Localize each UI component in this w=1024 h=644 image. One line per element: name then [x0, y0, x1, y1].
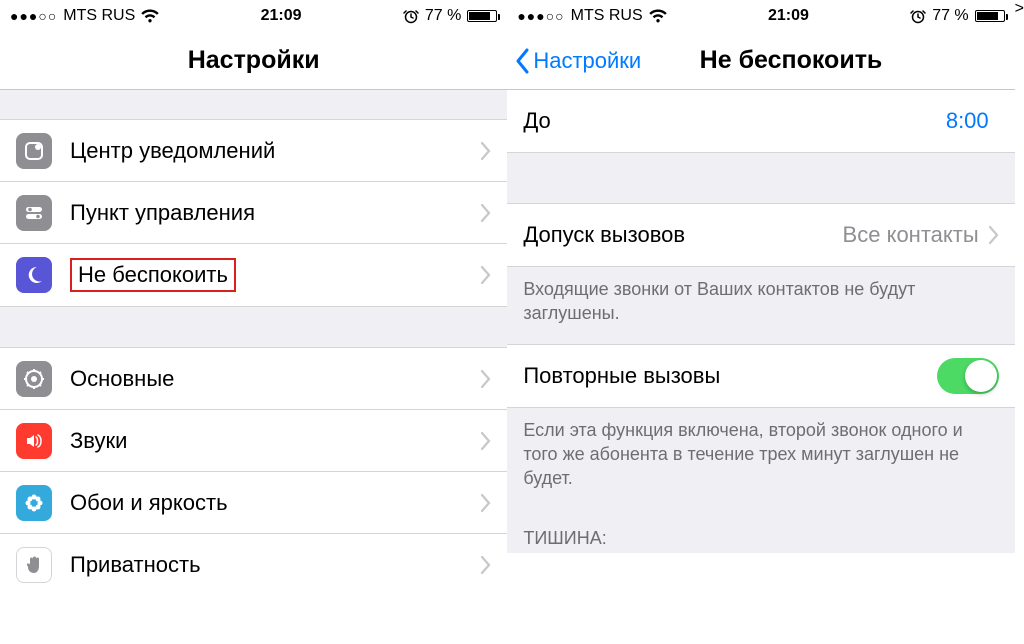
settings-group-2: Основные Звуки Обои и яркость — [0, 348, 507, 596]
chevron-right-icon — [481, 204, 491, 222]
nav-bar: Настройки Не беспокоить — [507, 32, 1014, 90]
chevron-right-icon — [481, 142, 491, 160]
status-bar: ●●●○○ MTS RUS 21:09 77 % — [507, 0, 1014, 32]
chevron-right-icon — [481, 432, 491, 450]
control-label: Пункт управления — [70, 200, 481, 226]
notification-icon — [16, 133, 52, 169]
repeat-calls-row[interactable]: Повторные вызовы — [507, 345, 1014, 407]
allow-group: Допуск вызовов Все контакты — [507, 204, 1014, 266]
settings-group-1: Центр уведомлений Пункт управления Не бе… — [0, 120, 507, 306]
dnd-label: Не беспокоить — [70, 258, 481, 292]
back-label: Настройки — [533, 48, 641, 74]
status-bar: ●●●○○ MTS RUS 21:09 77 % — [0, 0, 507, 32]
chevron-right-icon — [989, 226, 999, 244]
general-label: Основные — [70, 366, 481, 392]
alarm-icon — [403, 8, 419, 24]
silence-header: ТИШИНА: — [507, 508, 1014, 553]
allow-calls-row[interactable]: Допуск вызовов Все контакты — [507, 204, 1014, 266]
chevron-right-icon — [481, 266, 491, 284]
switches-icon — [16, 195, 52, 231]
chevron-right-icon — [481, 370, 491, 388]
repeat-group: Повторные вызовы — [507, 344, 1014, 407]
wallpaper-row[interactable]: Обои и яркость — [0, 472, 507, 534]
signal-dots: ●●●○○ — [10, 8, 57, 24]
control-center-row[interactable]: Пункт управления — [0, 182, 507, 244]
schedule-group: До 8:00 — [507, 90, 1014, 152]
hand-icon — [16, 547, 52, 583]
battery-icon — [975, 10, 1005, 22]
chevron-right-icon — [481, 556, 491, 574]
gear-icon — [16, 361, 52, 397]
page-title: Настройки — [188, 46, 320, 75]
allow-label: Допуск вызовов — [523, 222, 842, 248]
moon-icon — [16, 257, 52, 293]
clock: 21:09 — [261, 7, 302, 25]
general-row[interactable]: Основные — [0, 348, 507, 410]
until-row[interactable]: До 8:00 — [507, 90, 1014, 152]
wifi-icon — [141, 9, 159, 23]
notification-label: Центр уведомлений — [70, 138, 481, 164]
until-label: До — [523, 108, 946, 134]
group-spacer — [0, 90, 507, 120]
repeat-label: Повторные вызовы — [523, 363, 936, 389]
settings-root-screen: ●●●○○ MTS RUS 21:09 77 % Настройки — [0, 0, 507, 644]
carrier-label: MTS RUS — [63, 7, 135, 25]
battery-pct: 77 % — [932, 7, 968, 25]
page-title: Не беспокоить — [700, 46, 883, 75]
wallpaper-label: Обои и яркость — [70, 490, 481, 516]
sounds-label: Звуки — [70, 428, 481, 454]
nav-bar: Настройки — [0, 32, 507, 90]
speaker-icon — [16, 423, 52, 459]
battery-pct: 77 % — [425, 7, 461, 25]
allow-value: Все контакты — [843, 222, 979, 248]
flower-icon — [16, 485, 52, 521]
sounds-row[interactable]: Звуки — [0, 410, 507, 472]
repeat-footer: Если эта функция включена, второй звонок… — [507, 407, 1014, 509]
notification-center-row[interactable]: Центр уведомлений — [0, 120, 507, 182]
until-value: 8:00 — [946, 108, 989, 134]
do-not-disturb-row[interactable]: Не беспокоить — [0, 244, 507, 306]
battery-icon — [467, 10, 497, 22]
chevron-right-icon — [481, 494, 491, 512]
carrier-label: MTS RUS — [571, 7, 643, 25]
wifi-icon — [649, 9, 667, 23]
alarm-icon — [910, 8, 926, 24]
repeat-toggle[interactable] — [937, 358, 999, 394]
clock: 21:09 — [768, 7, 809, 25]
group-spacer — [507, 152, 1014, 204]
group-spacer — [0, 306, 507, 348]
dnd-detail-screen: ●●●○○ MTS RUS 21:09 77 % Настройки Не бе… — [507, 0, 1014, 644]
signal-dots: ●●●○○ — [517, 8, 564, 24]
privacy-row[interactable]: Приватность — [0, 534, 507, 596]
privacy-label: Приватность — [70, 552, 481, 578]
back-button[interactable]: Настройки — [515, 48, 641, 74]
allow-footer: Входящие звонки от Ваших контактов не бу… — [507, 266, 1014, 344]
